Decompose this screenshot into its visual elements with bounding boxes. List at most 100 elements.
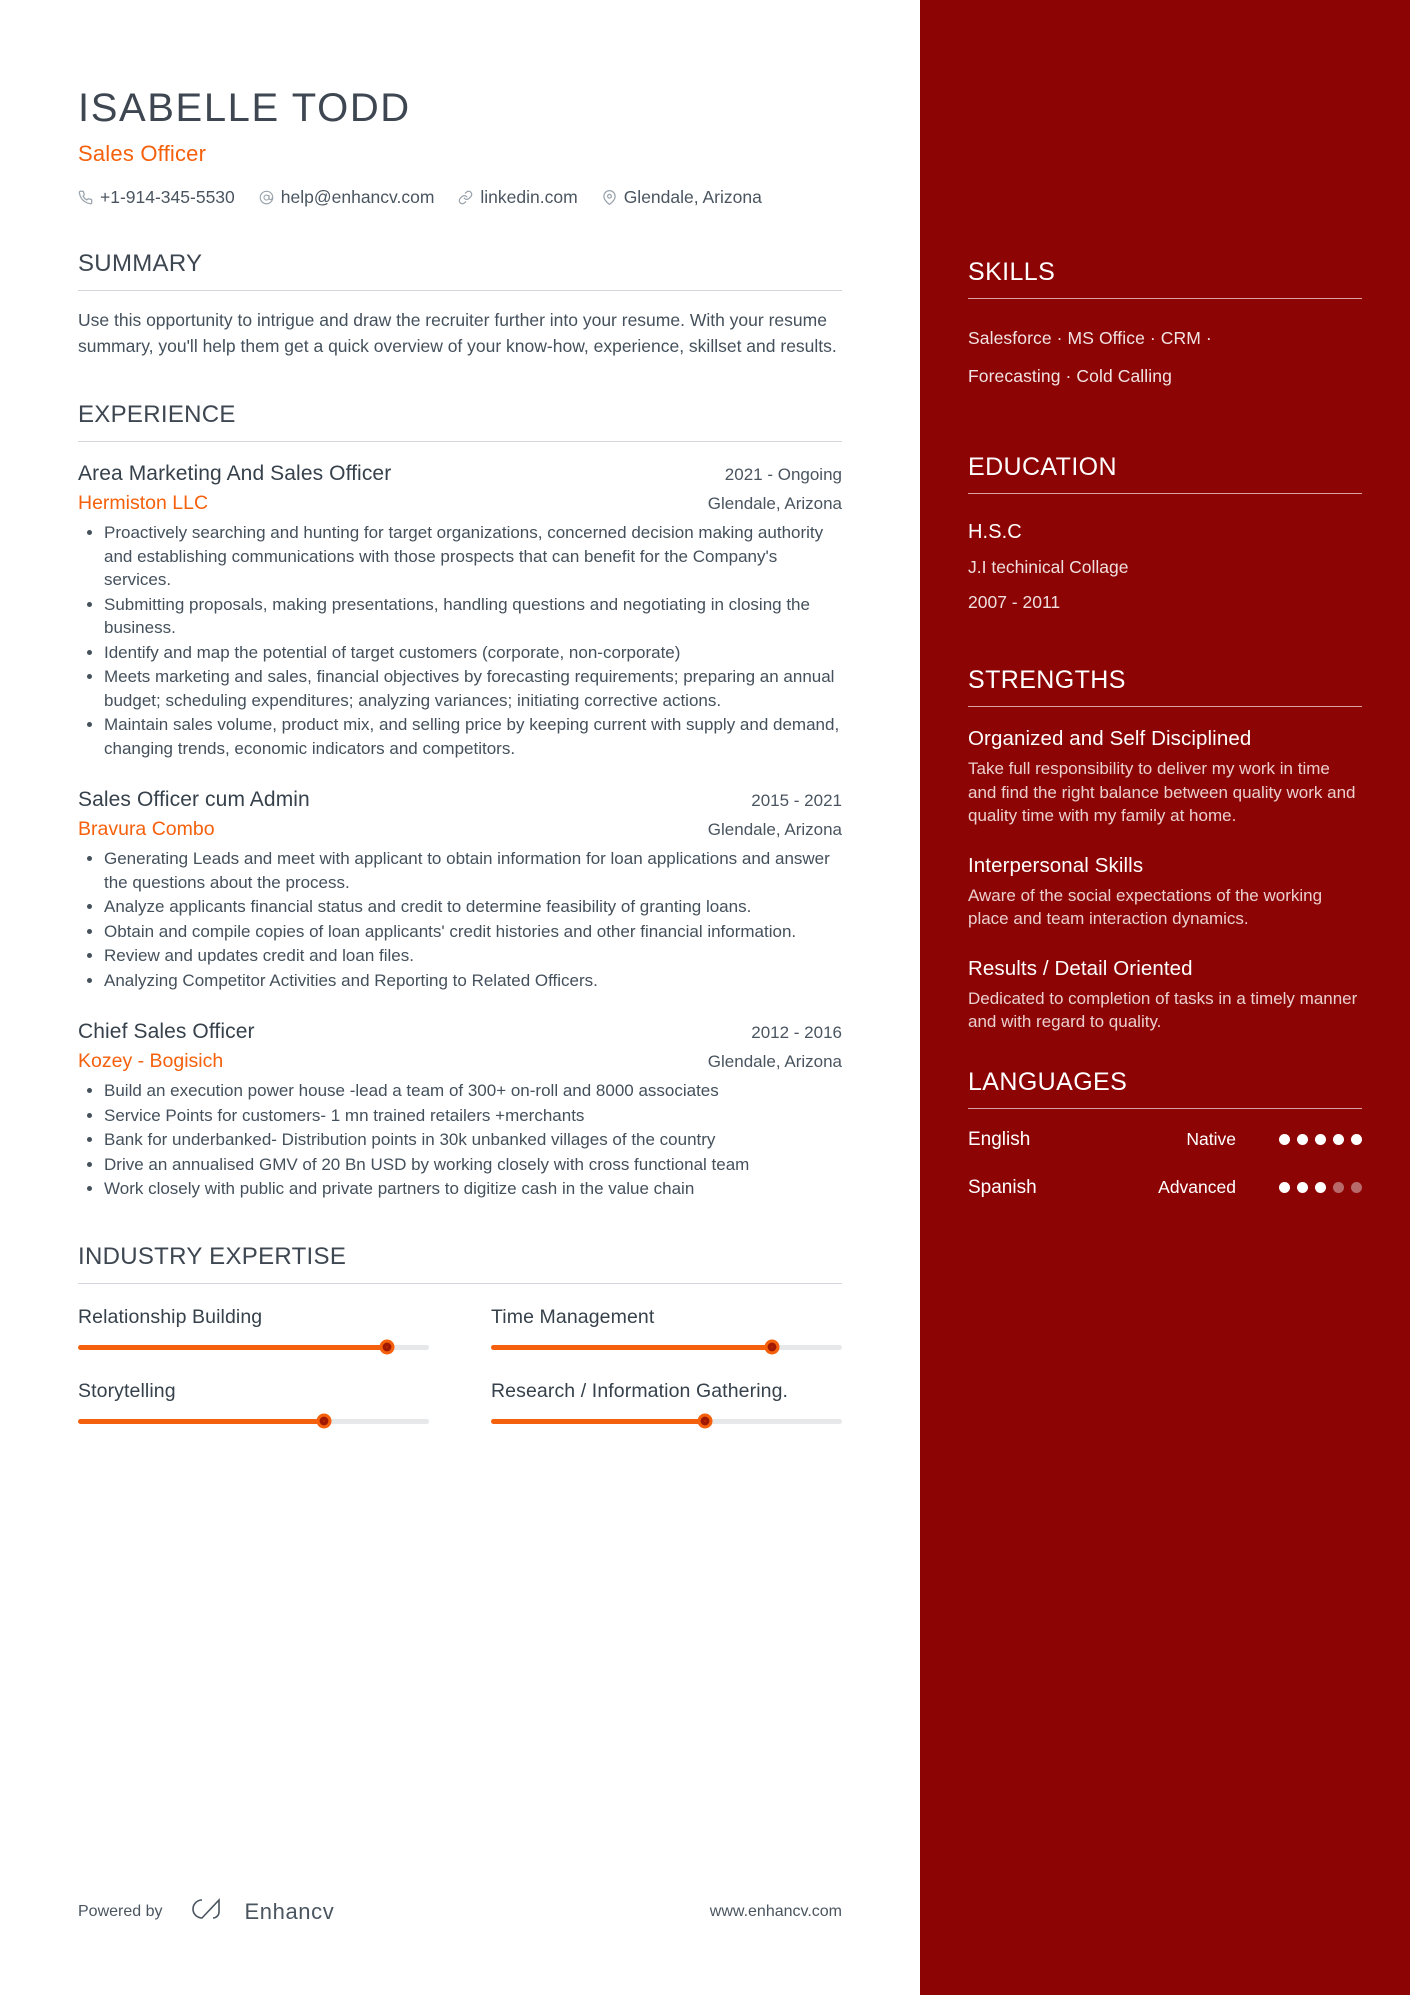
expertise-slider-knob[interactable]	[379, 1339, 395, 1355]
experience-location: Glendale, Arizona	[707, 494, 842, 513]
resume-page: SKILLS Salesforce · MS Office · CRM · Fo…	[0, 0, 1410, 1995]
list-item: Build an execution power house -lead a t…	[78, 1079, 842, 1103]
list-item: Bank for underbanked- Distribution point…	[78, 1128, 842, 1152]
experience-role: Chief Sales Officer	[78, 1020, 255, 1043]
experience-role: Sales Officer cum Admin	[78, 788, 310, 811]
expertise-slider-fill	[78, 1344, 387, 1350]
experience-date: 2012 - 2016	[751, 1023, 842, 1042]
summary-text: Use this opportunity to intrigue and dra…	[78, 310, 837, 356]
list-item: Maintain sales volume, product mix, and …	[78, 713, 842, 760]
sidebar-section-skills: SKILLS Salesforce · MS Office · CRM · Fo…	[968, 258, 1362, 395]
skills-line: Salesforce · MS Office · CRM ·	[968, 328, 1212, 348]
section-summary: SUMMARY Use this opportunity to intrigue…	[78, 250, 842, 359]
sidebar-section-languages: LANGUAGES English Native Spanish Advance…	[968, 1068, 1362, 1199]
list-item: Identify and map the potential of target…	[78, 641, 842, 665]
list-item: Analyzing Competitor Activities and Repo…	[78, 969, 842, 993]
contact-email-text: help@enhancv.com	[280, 187, 435, 207]
education-heading: EDUCATION	[968, 453, 1362, 494]
strength-title: Organized and Self Disciplined	[968, 727, 1252, 750]
rating-dot	[1333, 1134, 1344, 1145]
phone-icon	[78, 190, 93, 205]
experience-location: Glendale, Arizona	[707, 820, 842, 839]
expertise-label: Relationship Building	[78, 1305, 263, 1328]
page-title: ISABELLE TODD	[78, 86, 411, 130]
experience-entry: Area Marketing And Sales Officer 2021 - …	[78, 462, 842, 760]
language-level: Advanced	[1158, 1177, 1236, 1197]
expertise-slider-knob[interactable]	[764, 1339, 780, 1355]
rating-dot	[1279, 1134, 1290, 1145]
experience-bullets: Build an execution power house -lead a t…	[78, 1079, 842, 1201]
languages-heading: LANGUAGES	[968, 1068, 1362, 1109]
expertise-slider-track[interactable]	[491, 1413, 842, 1429]
education-school: J.I techinical Collage	[968, 557, 1129, 577]
strength-description: Dedicated to completion of tasks in a ti…	[968, 988, 1358, 1032]
experience-company: Hermiston LLC	[78, 492, 209, 514]
list-item: Obtain and compile copies of loan applic…	[78, 920, 842, 944]
language-row: English Native	[968, 1129, 1362, 1151]
expertise-slider-fill	[491, 1418, 706, 1424]
industry-expertise-heading: INDUSTRY EXPERTISE	[78, 1243, 842, 1284]
list-item: Submitting proposals, making presentatio…	[78, 593, 842, 640]
expertise-item: Time Management	[491, 1306, 842, 1355]
list-item: Generating Leads and meet with applicant…	[78, 847, 842, 894]
rating-dot	[1279, 1182, 1290, 1193]
strengths-heading: STRENGTHS	[968, 666, 1362, 707]
experience-entry: Chief Sales Officer 2012 - 2016 Kozey - …	[78, 1020, 842, 1201]
list-item: Review and updates credit and loan files…	[78, 944, 842, 968]
education-degree: H.S.C	[968, 521, 1022, 543]
powered-by-label: Powered by	[78, 1902, 163, 1920]
strength-description: Take full responsibility to deliver my w…	[968, 759, 1356, 825]
experience-company: Bravura Combo	[78, 818, 215, 840]
job-title: Sales Officer	[78, 141, 207, 166]
expertise-slider-track[interactable]	[491, 1339, 842, 1355]
footer: Powered by Enhancv www.enhancv.com	[78, 1896, 842, 1927]
language-rating-dots	[1254, 1182, 1362, 1193]
experience-bullets: Generating Leads and meet with applicant…	[78, 847, 842, 992]
website-text: www.enhancv.com	[709, 1902, 842, 1920]
contact-phone[interactable]: +1-914-345-5530	[78, 187, 235, 208]
strength-title: Results / Detail Oriented	[968, 956, 1193, 980]
list-item: Work closely with public and private par…	[78, 1177, 842, 1201]
sidebar-section-education: EDUCATION H.S.C J.I techinical Collage 2…	[968, 453, 1362, 620]
expertise-slider-track[interactable]	[78, 1413, 429, 1429]
expertise-label: Research / Information Gathering.	[491, 1379, 789, 1402]
location-pin-icon	[602, 190, 617, 205]
education-date: 2007 - 2011	[968, 592, 1061, 612]
experience-role: Area Marketing And Sales Officer	[78, 462, 392, 485]
expertise-slider-track[interactable]	[78, 1339, 429, 1355]
summary-heading: SUMMARY	[78, 250, 842, 291]
contact-email[interactable]: help@enhancv.com	[259, 187, 435, 208]
experience-bullets: Proactively searching and hunting for ta…	[78, 521, 842, 760]
strength-title: Interpersonal Skills	[968, 853, 1144, 877]
contact-link[interactable]: linkedin.com	[458, 187, 578, 208]
language-row: Spanish Advanced	[968, 1177, 1362, 1199]
enhancv-logo-icon	[189, 1896, 233, 1927]
contact-bar: +1-914-345-5530 help@enhancv.com linkedi…	[78, 187, 842, 208]
rating-dot	[1297, 1134, 1308, 1145]
expertise-item: Storytelling	[78, 1379, 429, 1429]
list-item: Service Points for customers- 1 mn train…	[78, 1104, 842, 1128]
expertise-item: Relationship Building	[78, 1305, 429, 1355]
brand-name: Enhancv	[244, 1898, 335, 1924]
skills-heading: SKILLS	[968, 258, 1362, 299]
expertise-slider-knob[interactable]	[316, 1413, 332, 1429]
list-item: Drive an annualised GMV of 20 Bn USD by …	[78, 1153, 842, 1177]
expertise-slider-fill	[491, 1344, 772, 1350]
contact-location-text: Glendale, Arizona	[623, 187, 762, 207]
strength-item: Organized and Self Disciplined Take full…	[968, 727, 1362, 828]
language-level: Native	[1186, 1129, 1236, 1149]
education-entry: H.S.C J.I techinical Collage 2007 - 2011	[968, 514, 1362, 620]
expertise-item: Research / Information Gathering.	[491, 1379, 842, 1429]
experience-heading: EXPERIENCE	[78, 401, 842, 442]
contact-link-text: linkedin.com	[480, 187, 578, 207]
expertise-label: Storytelling	[78, 1379, 176, 1402]
expertise-grid: Relationship Building Time Management St…	[78, 1305, 842, 1429]
language-name: Spanish	[968, 1176, 1037, 1198]
rating-dot	[1333, 1182, 1344, 1193]
sidebar-section-strengths: STRENGTHS Organized and Self Disciplined…	[968, 666, 1362, 1034]
rating-dot	[1315, 1182, 1326, 1193]
language-name: English	[968, 1128, 1031, 1150]
experience-entry: Sales Officer cum Admin 2015 - 2021 Brav…	[78, 788, 842, 992]
main-column: ISABELLE TODD Sales Officer +1-914-345-5…	[0, 0, 920, 1995]
expertise-slider-knob[interactable]	[697, 1413, 713, 1429]
